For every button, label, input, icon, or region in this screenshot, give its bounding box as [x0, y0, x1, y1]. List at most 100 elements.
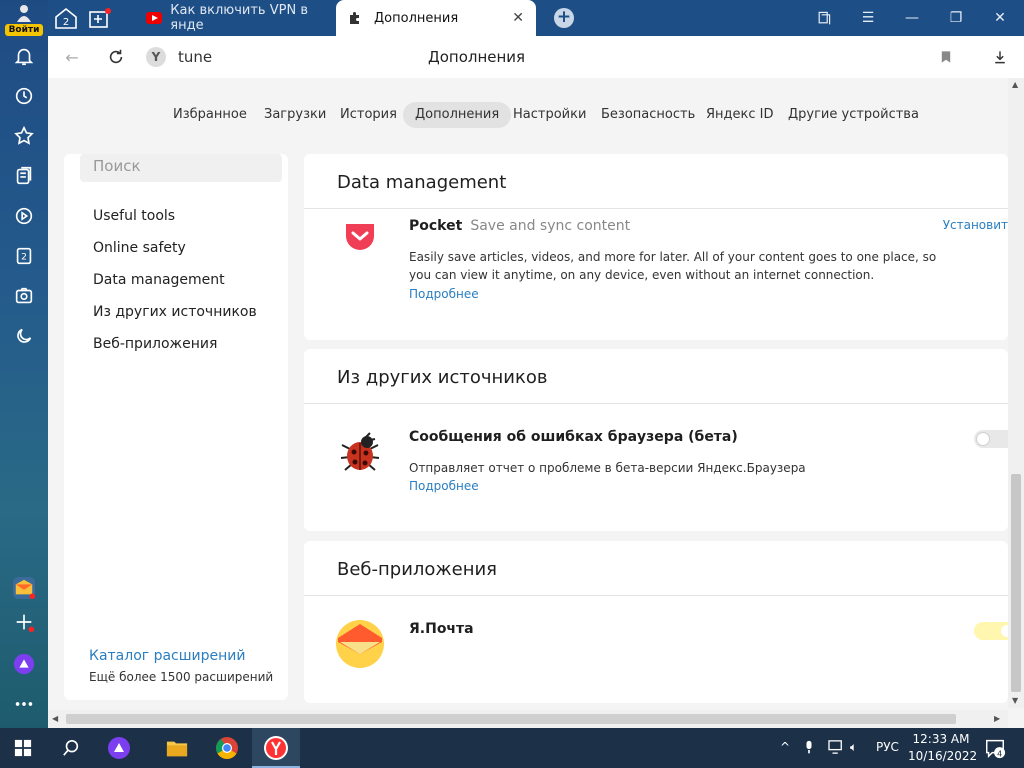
- windows-start-icon[interactable]: [10, 735, 36, 761]
- volume-icon[interactable]: 🔈︎: [850, 740, 857, 755]
- section-other-sources: Из других источников Сообщения об ошибка…: [304, 349, 1008, 531]
- restore-icon[interactable]: ❐: [946, 8, 966, 28]
- extension-name: Я.Почта: [409, 621, 474, 637]
- network-icon[interactable]: [828, 740, 844, 757]
- youtube-icon: [146, 12, 163, 24]
- night-mode-icon[interactable]: [12, 324, 36, 348]
- clock-date: 10/16/2022: [908, 749, 978, 763]
- yandex-browser-icon: [264, 736, 288, 760]
- extension-description: Отправляет отчет о проблеме в бета-верси…: [409, 461, 806, 475]
- extension-tagline: Save and sync content: [470, 218, 631, 234]
- scroll-right-icon[interactable]: ▶: [994, 714, 1000, 723]
- new-tab-button[interactable]: +: [554, 8, 574, 28]
- clock[interactable]: 12:33 AM 10/16/2022: [908, 731, 978, 765]
- vertical-scrollbar[interactable]: ▲ ▼: [1008, 78, 1024, 708]
- install-button[interactable]: Установит: [943, 218, 1008, 232]
- reload-icon[interactable]: [106, 47, 126, 67]
- close-tab-icon[interactable]: ✕: [512, 10, 524, 26]
- collections-panel-icon[interactable]: [814, 8, 834, 28]
- divider: [304, 208, 1008, 209]
- microphone-icon[interactable]: [804, 740, 814, 758]
- category-data-management[interactable]: Data management: [93, 272, 225, 288]
- category-other-sources[interactable]: Из других источников: [93, 304, 257, 320]
- history-clock-icon[interactable]: [12, 84, 36, 108]
- scroll-down-icon[interactable]: ▼: [1012, 696, 1018, 705]
- tab-strip: 2 Как включить VPN в янде Дополнения ✕ +…: [48, 0, 1024, 36]
- taskbar: ^ 🔈︎ РУС 12:33 AM 10/16/2022 4: [0, 728, 1024, 768]
- extension-description: Easily save articles, videos, and more f…: [409, 250, 937, 282]
- nav-downloads[interactable]: Загрузки: [252, 102, 338, 128]
- star-icon[interactable]: [12, 124, 36, 148]
- section-title: Веб-приложения: [337, 559, 498, 580]
- puzzle-icon: [350, 12, 359, 24]
- file-explorer-icon[interactable]: [164, 735, 190, 761]
- section-title: Из других источников: [337, 367, 548, 388]
- nav-other-devices[interactable]: Другие устройства: [776, 102, 931, 128]
- back-arrow-icon[interactable]: ←: [62, 47, 82, 67]
- category-web-apps[interactable]: Веб-приложения: [93, 336, 217, 352]
- catalog-subtitle: Ещё более 1500 расширений: [89, 670, 274, 684]
- category-useful-tools[interactable]: Useful tools: [93, 208, 175, 224]
- add-app-icon[interactable]: [12, 610, 36, 634]
- tab-title: Как включить VPN в янде: [170, 3, 308, 33]
- new-tab-group-icon[interactable]: [88, 7, 112, 29]
- tabs-counter-icon[interactable]: 2: [54, 7, 78, 29]
- category-online-safety[interactable]: Online safety: [93, 240, 186, 256]
- page-title: Дополнения: [428, 48, 526, 66]
- bookmark-icon[interactable]: [936, 47, 956, 67]
- url-field[interactable]: tune: [178, 48, 212, 66]
- chrome-icon[interactable]: [214, 735, 240, 761]
- section-title: Data management: [337, 172, 507, 193]
- vertical-scroll-thumb[interactable]: [1011, 474, 1021, 692]
- categories-panel: Поиск Useful tools Online safety Data ma…: [64, 154, 288, 700]
- yandex-browser-taskbar-item[interactable]: [252, 728, 300, 768]
- login-button[interactable]: Войти: [5, 4, 43, 36]
- settings-page: Избранное Загрузки История Дополнения На…: [48, 78, 1024, 728]
- more-icon[interactable]: [12, 692, 36, 716]
- search-icon[interactable]: [58, 735, 84, 761]
- tray-expand-icon[interactable]: ^: [780, 740, 790, 754]
- screenshot-icon[interactable]: [12, 284, 36, 308]
- tabs-counter-label: 2: [63, 17, 69, 28]
- nav-security[interactable]: Безопасность: [589, 102, 707, 128]
- download-icon[interactable]: [990, 47, 1010, 67]
- nav-yandex-id[interactable]: Яндекс ID: [694, 102, 786, 128]
- scroll-up-icon[interactable]: ▲: [1012, 80, 1018, 89]
- more-link[interactable]: Подробнее: [409, 287, 479, 301]
- user-icon: [17, 5, 31, 22]
- tab-extensions[interactable]: Дополнения ✕: [336, 0, 536, 36]
- alice-assistant-icon[interactable]: [12, 652, 36, 676]
- yandex-logo-icon: Y: [146, 47, 166, 67]
- nav-extensions[interactable]: Дополнения: [403, 102, 512, 128]
- clock-time: 12:33 AM: [912, 732, 970, 746]
- tab-youtube[interactable]: Как включить VPN в янде: [138, 0, 338, 36]
- extension-name: Сообщения об ошибках браузера (бета): [409, 429, 738, 445]
- extension-toggle[interactable]: [974, 430, 1008, 448]
- notifications-count: 4: [997, 748, 1002, 758]
- minimize-icon[interactable]: —: [902, 8, 922, 28]
- bell-icon[interactable]: [12, 44, 36, 68]
- extension-toggle[interactable]: [974, 622, 1008, 640]
- more-link[interactable]: Подробнее: [409, 479, 479, 493]
- menu-icon[interactable]: ☰: [858, 8, 878, 28]
- mail-app-icon[interactable]: [12, 576, 36, 600]
- language-indicator[interactable]: РУС: [876, 740, 899, 754]
- alice-taskbar-icon[interactable]: [106, 735, 132, 761]
- scroll-left-icon[interactable]: ◀: [52, 714, 58, 723]
- extensions-catalog-link[interactable]: Каталог расширений: [89, 648, 246, 664]
- nav-favorites[interactable]: Избранное: [161, 102, 259, 128]
- nav-history[interactable]: История: [328, 102, 409, 128]
- divider: [304, 403, 1008, 404]
- notifications-icon[interactable]: 4: [982, 735, 1008, 761]
- collections-icon[interactable]: [12, 164, 36, 188]
- nav-settings[interactable]: Настройки: [501, 102, 598, 128]
- browser-sidebar: Войти 2: [0, 0, 48, 728]
- tab-count-icon[interactable]: 2: [12, 244, 36, 268]
- search-input[interactable]: Поиск: [80, 154, 282, 182]
- close-window-icon[interactable]: ✕: [990, 8, 1010, 28]
- yandex-mail-icon: [336, 620, 384, 668]
- horizontal-scroll-thumb[interactable]: [66, 714, 956, 724]
- play-icon[interactable]: [12, 204, 36, 228]
- horizontal-scrollbar[interactable]: ◀ ▶: [48, 710, 1008, 728]
- tab-count-label: 2: [21, 252, 27, 263]
